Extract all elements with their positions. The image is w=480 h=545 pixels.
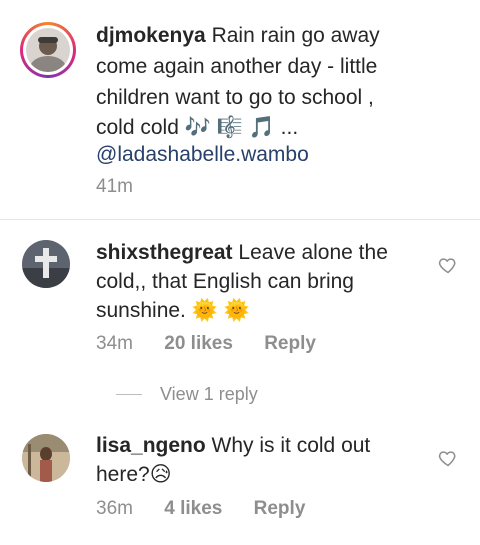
comment-meta: 34m 20 likes Reply: [96, 333, 342, 355]
comment-username[interactable]: lisa_ngeno: [96, 434, 206, 457]
comment-text-line1: Why is it cold out: [211, 434, 371, 457]
comment-timestamp: 34m: [96, 333, 133, 354]
avatar[interactable]: [22, 240, 70, 288]
avatar: [26, 28, 70, 72]
comment-likes-count[interactable]: 20 likes: [164, 333, 233, 354]
comment-text-line1: Leave alone the: [238, 241, 388, 264]
avatar[interactable]: [22, 434, 70, 482]
caption-mention-link[interactable]: @ladashabelle.wambo: [96, 139, 309, 170]
comment-text-line2: cold,, that English can bring: [96, 270, 354, 293]
comment-text-line3: sunshine. 🌞 🌞: [96, 299, 250, 322]
view-replies-button[interactable]: View 1 reply: [116, 384, 258, 405]
comment-meta: 36m 4 likes Reply: [96, 498, 331, 520]
caption-text-line1: Rain rain go away: [211, 24, 380, 47]
reply-button[interactable]: Reply: [254, 498, 306, 519]
caption-text-line3: children want to go to school ,: [96, 86, 374, 109]
comment-username[interactable]: shixsthegreat: [96, 241, 233, 264]
comment-likes-count[interactable]: 4 likes: [164, 498, 222, 519]
reply-button[interactable]: Reply: [264, 333, 316, 354]
heart-outline-icon[interactable]: [438, 255, 458, 275]
post-caption: djmokenya Rain rain go away come again a…: [0, 0, 480, 220]
view-replies-label: View 1 reply: [160, 384, 258, 404]
caption-timestamp: 41m: [96, 176, 133, 197]
caption-username[interactable]: djmokenya: [96, 24, 206, 47]
avatar-story-ring[interactable]: [20, 22, 76, 78]
comment-timestamp: 36m: [96, 498, 133, 519]
caption-text-line2: come again another day - little: [96, 55, 378, 78]
heart-outline-icon[interactable]: [438, 448, 458, 468]
divider-line: [116, 394, 142, 395]
comment-text-line2: here?😥: [96, 463, 172, 486]
